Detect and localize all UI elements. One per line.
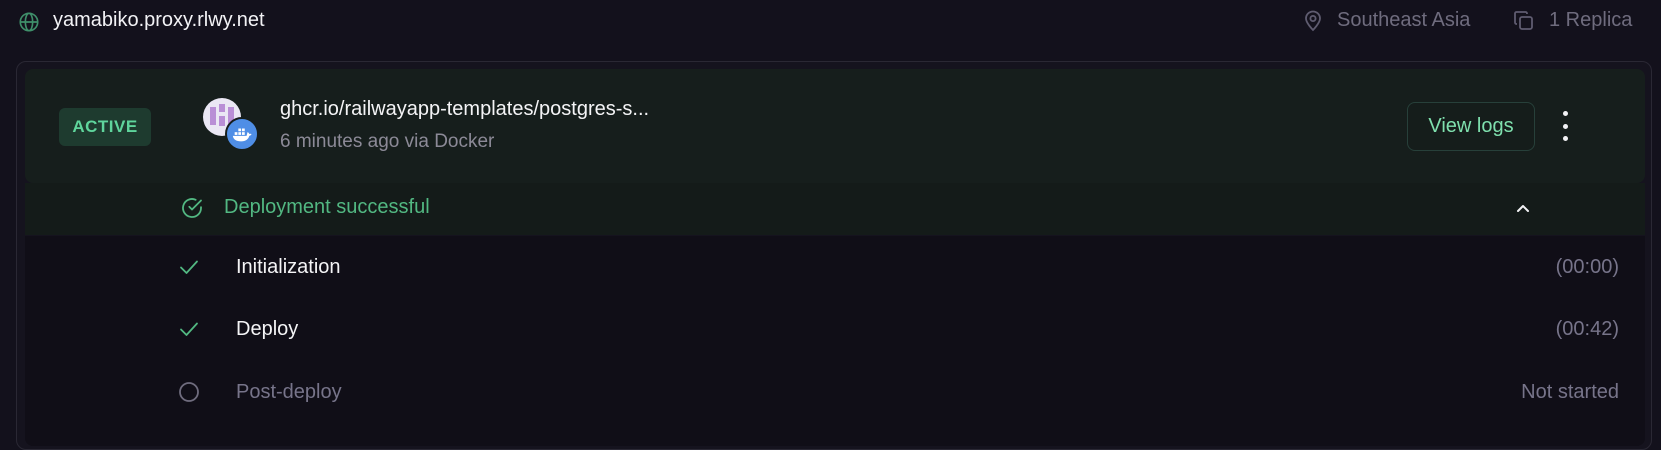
circle-icon: [179, 382, 199, 402]
map-pin-icon: [1305, 10, 1321, 31]
step-duration: (00:00): [1555, 256, 1619, 278]
docker-icon: [225, 117, 259, 151]
region-label: Southeast Asia: [1337, 9, 1471, 31]
step-initialization: Initialization (00:00): [25, 236, 1645, 298]
step-label: Initialization: [236, 256, 341, 278]
globe-icon: [19, 12, 39, 32]
deployment-steps: Initialization (00:00) Deploy (00:42) Po…: [25, 236, 1645, 446]
chevron-up-icon[interactable]: [1513, 198, 1533, 218]
replica-count: 1 Replica: [1549, 9, 1633, 31]
copy-icon: [1514, 10, 1533, 30]
status-badge: ACTIVE: [59, 108, 151, 146]
deployment-card: ACTIVE ghcr.io/railwayapp-templates/post…: [16, 61, 1652, 450]
deployment-summary[interactable]: ACTIVE ghcr.io/railwayapp-templates/post…: [25, 69, 1645, 183]
check-icon: [180, 260, 198, 274]
check-circle-icon: [182, 198, 202, 218]
image-name[interactable]: ghcr.io/railwayapp-templates/postgres-s.…: [280, 98, 649, 121]
replica-info: 1 Replica: [1513, 9, 1632, 32]
public-domain-link[interactable]: yamabiko.proxy.rlwy.net: [53, 9, 265, 32]
step-duration: (00:42): [1555, 318, 1619, 340]
region-info: Southeast Asia: [1303, 9, 1470, 32]
step-deploy: Deploy (00:42): [25, 298, 1645, 360]
step-post-deploy: Post-deploy Not started: [25, 361, 1645, 423]
step-duration: Not started: [1521, 381, 1619, 403]
deployment-status-text: Deployment successful: [224, 196, 430, 218]
step-label: Post-deploy: [236, 381, 342, 403]
view-logs-button[interactable]: View logs: [1407, 102, 1535, 151]
deployment-status-toggle[interactable]: Deployment successful: [25, 183, 1645, 235]
service-header: yamabiko.proxy.rlwy.net Southeast Asia 1…: [0, 0, 1661, 44]
step-label: Deploy: [236, 318, 299, 340]
more-options-button[interactable]: [1555, 111, 1575, 141]
deployment-subtitle: 6 minutes ago via Docker: [280, 131, 495, 152]
check-icon: [180, 322, 198, 336]
kebab-menu-icon: [1562, 111, 1568, 116]
